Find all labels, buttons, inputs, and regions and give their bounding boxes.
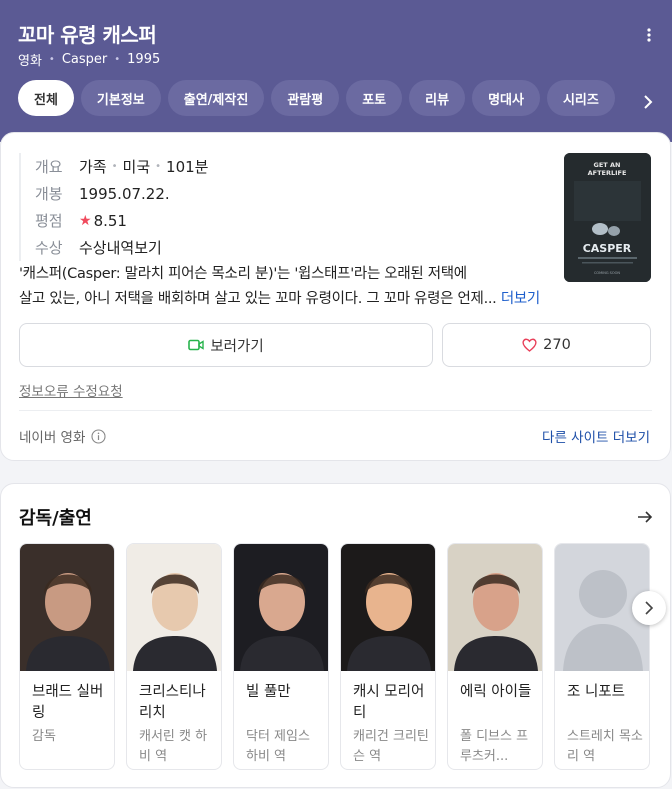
page-title: 꼬마 유령 캐스퍼 [18,23,157,47]
star-icon: ★ [79,212,92,229]
header: 꼬마 유령 캐스퍼 영화 • Casper • 1995 전체 기본정보 출연/제작… [0,0,672,142]
section-title: 감독/출연 [19,508,92,529]
awards-link[interactable]: 수상내역보기 [79,237,162,258]
tab-0[interactable]: 전체 [18,80,74,116]
cast-member-card[interactable]: 빌 풀만닥터 제임스 하비 역 [233,543,329,770]
person-name: 에릭 아이들 [460,684,532,700]
chevron-right-icon [645,601,654,615]
person-role: 감독 [32,729,56,744]
year-label: 1995 [127,52,161,67]
cast-member-card[interactable]: 캐시 모리어티캐리건 크리틴슨 역 [340,543,436,770]
source-info: 네이버 영화 [19,426,106,446]
svg-text:AFTERLIFE: AFTERLIFE [588,169,627,177]
person-name: 조 니포트 [567,684,625,700]
info-row-summary: 개요 가족 • 미국 • 101분 [35,158,209,176]
overview-card: 개요 가족 • 미국 • 101분 개봉 1995.07.22. 평점 ★ 8.… [0,132,671,461]
cast-member-card[interactable]: 브래드 실버링감독 [19,543,115,770]
country: 미국 [122,158,151,176]
person-role: 캐리건 크리틴슨 역 [353,729,429,764]
info-row-rating: 평점 ★ 8.51 [35,211,127,231]
person-role: 스트레치 목소리 역 [567,729,643,764]
scroll-next-button[interactable] [632,591,666,625]
tab-4[interactable]: 포토 [346,80,403,116]
tab-5[interactable]: 리뷰 [409,80,466,116]
divider [19,410,652,411]
cast-card: 감독/출연 브래드 실버링 감독 크리스티나 리치 캐서린 캣 하비 역빌 풀만 닥터 … [0,483,671,788]
person-name: 크리스티나 리치 [139,684,206,721]
tab-2[interactable]: 출연/제작진 [167,80,265,116]
category-label: 영화 [18,54,42,69]
person-role: 캐서린 캣 하비 역 [139,729,208,764]
english-title: Casper [61,52,108,67]
person-role: 폴 디브스 프루츠커... [460,729,529,764]
tab-3[interactable]: 관람평 [271,80,340,116]
more-link[interactable]: 더보기 [501,291,540,307]
info-icon [91,428,106,444]
release-date: 1995.07.22. [79,184,170,203]
like-count: 270 [543,337,571,353]
cast-member-card[interactable]: 에릭 아이들폴 디브스 프루츠커... [447,543,543,770]
person-photo [448,544,542,671]
movie-meta: 영화 • Casper • 1995 [18,52,161,69]
tab-bar: 전체 기본정보 출연/제작진 관람평 포토 리뷰 명대사 시리즈 [18,80,615,116]
video-camera-icon [188,339,205,351]
tab-1[interactable]: 기본정보 [80,80,161,116]
more-sites-link[interactable]: 다른 사이트 더보기 [542,426,650,446]
person-name: 브래드 실버링 [32,684,104,721]
cast-member-card[interactable]: 조 니포트스트레치 목소리 역 [554,543,650,770]
runtime: 101분 [166,158,209,176]
report-error-link[interactable]: 정보오류 수정요청 [19,380,123,400]
poster-tagline: GET AN [594,161,621,169]
person-photo [127,544,221,671]
info-rows: 개요 가족 • 미국 • 101분 개봉 1995.07.22. 평점 ★ 8.… [19,153,208,261]
person-photo [341,544,435,671]
rating-value: 8.51 [93,211,127,230]
heart-icon [522,338,537,352]
person-role: 닥터 제임스 하비 역 [246,729,310,764]
tab-7[interactable]: 시리즈 [546,80,615,116]
watch-button[interactable]: 보러가기 [19,323,433,367]
person-photo [234,544,328,671]
person-name: 캐시 모리어티 [353,684,425,721]
cast-member-card[interactable]: 크리스티나 리치캐서린 캣 하비 역 [126,543,222,770]
synopsis: '캐스퍼(Casper: 말라치 피어슨 목소리 분)'는 '윕스태프'라는 오… [19,266,540,307]
person-photo [20,544,114,671]
arrow-right-icon[interactable] [637,509,653,525]
cast-list: 브래드 실버링 감독 크리스티나 리치 캐서린 캣 하비 역빌 풀만 닥터 제임스 하비… [19,543,650,770]
poster-title: CASPER [583,242,632,255]
more-options-icon[interactable] [644,26,654,46]
genre: 가족 [79,158,107,176]
tab-6[interactable]: 명대사 [472,80,540,116]
info-row-release: 개봉 1995.07.22. [35,184,170,204]
chevron-right-icon[interactable] [640,94,656,110]
like-button[interactable]: 270 [442,323,651,367]
person-name: 빌 풀만 [246,684,291,700]
info-row-awards: 수상 수상내역보기 [35,237,162,258]
